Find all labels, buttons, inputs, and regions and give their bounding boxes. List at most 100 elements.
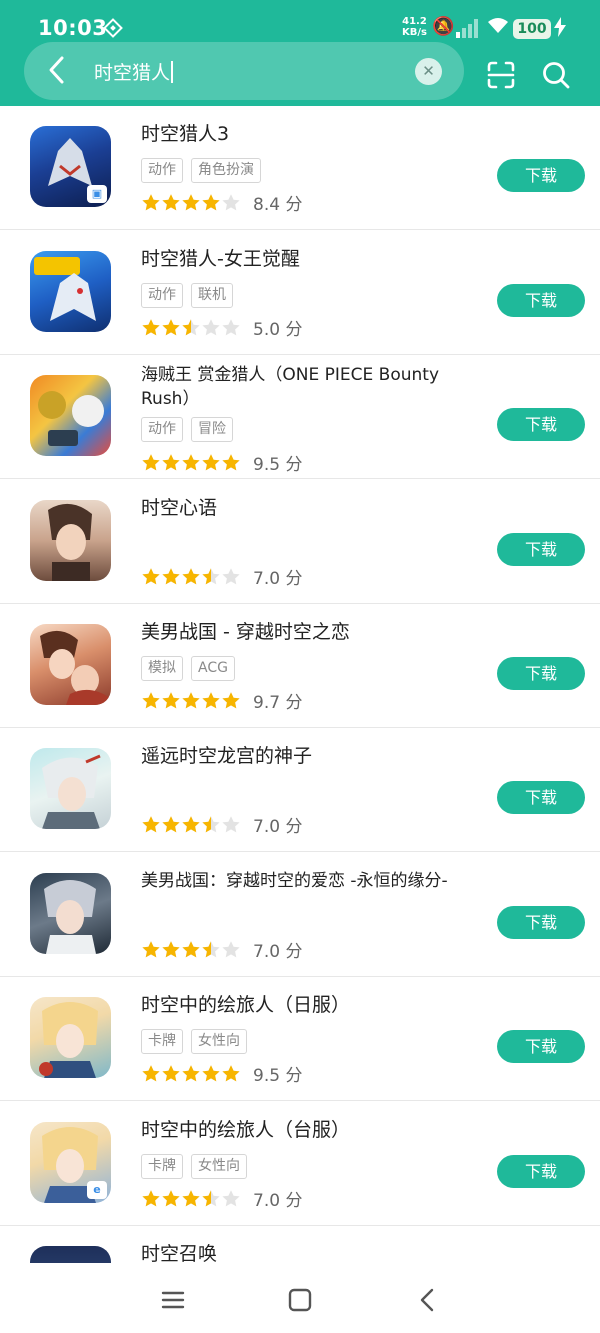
score-text: 7.0 分 [253, 817, 303, 837]
star-icon [182, 940, 200, 957]
star-icon [202, 1189, 220, 1206]
star-rating-icon [141, 940, 241, 960]
star-icon [182, 1064, 200, 1081]
star-icon [182, 193, 200, 210]
download-button[interactable]: 下载 [497, 159, 585, 192]
search-bar[interactable] [24, 42, 464, 100]
star-icon [142, 691, 160, 708]
text-cursor [171, 61, 173, 83]
list-item[interactable]: 时空心语 7.0 分 下载 [0, 480, 600, 604]
search-icon[interactable] [541, 60, 571, 90]
star-icon [222, 815, 240, 832]
back-icon[interactable] [413, 1285, 443, 1315]
star-icon [222, 453, 240, 470]
tag-list: 动作 角色扮演 [141, 158, 269, 183]
clock: 10:03 [38, 16, 108, 40]
download-button[interactable]: 下载 [497, 781, 585, 814]
download-button[interactable]: 下载 [497, 408, 585, 441]
star-icon [202, 567, 220, 584]
download-button[interactable]: 下载 [497, 1155, 585, 1188]
score-text: 7.0 分 [253, 942, 303, 962]
list-item[interactable]: 美男战国 - 穿越时空之恋 模拟 ACG 9.7 分 下载 [0, 604, 600, 728]
app-icon[interactable]: ▣ [30, 126, 111, 207]
charging-icon [554, 17, 566, 41]
download-button[interactable]: 下载 [497, 657, 585, 690]
download-button[interactable]: 下载 [497, 906, 585, 939]
star-icon [182, 1189, 200, 1206]
score-text: 9.5 分 [253, 455, 303, 475]
clear-icon[interactable]: ✕ [415, 58, 442, 85]
app-icon[interactable] [30, 500, 111, 581]
rating: 5.0 分 [141, 315, 303, 340]
tag[interactable]: 动作 [141, 158, 183, 183]
star-rating-icon [141, 691, 241, 711]
tag[interactable]: 动作 [141, 417, 183, 442]
star-rating-icon [141, 815, 241, 835]
tag[interactable]: 女性向 [191, 1154, 247, 1179]
app-name: 海贼王 赏金猎人（ONE PIECE Bounty Rush） [141, 365, 440, 409]
download-button[interactable]: 下载 [497, 533, 585, 566]
tag[interactable]: 动作 [141, 283, 183, 308]
star-icon [222, 318, 240, 335]
list-item[interactable]: e 时空中的绘旅人（台服） 卡牌 女性向 7.0 分 下载 [0, 1102, 600, 1226]
app-name: 时空召唤 [141, 1243, 218, 1263]
tag[interactable]: 联机 [191, 283, 233, 308]
star-icon [222, 940, 240, 957]
app-name: 时空猎人3 [141, 123, 230, 145]
app-icon[interactable] [30, 997, 111, 1078]
star-icon [222, 1189, 240, 1206]
star-icon [162, 691, 180, 708]
app-icon[interactable] [30, 748, 111, 829]
star-icon [182, 691, 200, 708]
download-button[interactable]: 下载 [497, 284, 585, 317]
wifi-icon [487, 17, 509, 40]
app-icon[interactable] [30, 251, 111, 332]
app-icon[interactable] [30, 624, 111, 705]
tag[interactable]: 卡牌 [141, 1029, 183, 1054]
tag[interactable]: 角色扮演 [191, 158, 261, 183]
star-icon [162, 567, 180, 584]
list-item[interactable]: 时空召唤 [0, 1226, 600, 1263]
star-icon [142, 193, 160, 210]
home-icon[interactable] [285, 1285, 315, 1315]
list-item[interactable]: 时空猎人-女王觉醒 动作 联机 5.0 分 下载 [0, 231, 600, 355]
search-results-list: ▣ 时空猎人3 动作 角色扮演 8.4 分 下载 时空猎人-女王觉醒 动作 联机 5… [0, 106, 600, 1263]
tag[interactable]: 卡牌 [141, 1154, 183, 1179]
tag[interactable]: 女性向 [191, 1029, 247, 1054]
star-icon [162, 815, 180, 832]
list-item[interactable]: 时空中的绘旅人（日服） 卡牌 女性向 9.5 分 下载 [0, 977, 600, 1101]
star-icon [162, 318, 180, 335]
search-input[interactable]: 时空猎人 [94, 58, 173, 85]
bilibili-badge-icon: ▣ [87, 185, 107, 203]
scan-icon[interactable] [486, 60, 516, 90]
rating: 7.0 分 [141, 1186, 302, 1211]
list-item[interactable]: 海贼王 赏金猎人（ONE PIECE Bounty Rush） 动作 冒险 9.5… [0, 355, 600, 479]
download-button[interactable]: 下载 [497, 1030, 585, 1063]
star-rating-icon [141, 1189, 241, 1209]
tag[interactable]: 冒险 [191, 417, 233, 442]
star-icon [182, 318, 200, 335]
star-icon [202, 691, 220, 708]
tag[interactable]: ACG [191, 656, 235, 681]
app-name: 美男战国 - 穿越时空之恋 [141, 621, 350, 643]
battery-indicator: 100 [513, 19, 551, 39]
list-item[interactable]: 遥远时空龙宫的神子 7.0 分 下载 [0, 728, 600, 852]
app-icon[interactable] [30, 1246, 111, 1263]
app-header: 10:03 41.2 KB/s 🔕 100 时空猎人 ✕ [0, 0, 600, 106]
app-icon[interactable]: e [30, 1122, 111, 1203]
star-icon [162, 940, 180, 957]
menu-icon[interactable] [158, 1285, 188, 1315]
tag[interactable]: 模拟 [141, 656, 183, 681]
list-item[interactable]: 美男战国：穿越时空的爱恋 -永恒的缘分- 7.0 分 下载 [0, 853, 600, 977]
app-icon[interactable] [30, 873, 111, 954]
list-item[interactable]: ▣ 时空猎人3 动作 角色扮演 8.4 分 下载 [0, 106, 600, 230]
score-text: 9.7 分 [253, 693, 303, 713]
back-arrow-icon[interactable] [44, 52, 72, 88]
star-icon [202, 453, 220, 470]
star-icon [222, 567, 240, 584]
app-icon[interactable] [30, 375, 111, 456]
app-name: 时空猎人-女王觉醒 [141, 248, 300, 270]
status-bar: 10:03 41.2 KB/s 🔕 100 [0, 0, 600, 44]
star-icon [162, 1189, 180, 1206]
score-text: 5.0 分 [253, 320, 303, 340]
